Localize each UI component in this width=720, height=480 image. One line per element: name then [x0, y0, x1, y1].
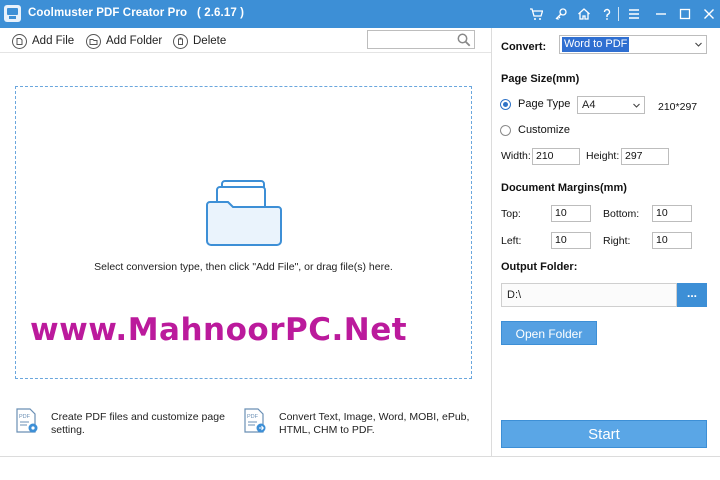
- delete-icon: [173, 33, 188, 49]
- panel-divider: [491, 28, 492, 456]
- page-type-value: A4: [582, 99, 596, 111]
- output-folder-heading: Output Folder:: [501, 261, 578, 273]
- svg-text:PDF: PDF: [247, 414, 259, 420]
- close-icon[interactable]: [699, 4, 719, 24]
- search-input[interactable]: [367, 30, 475, 49]
- open-folder-button[interactable]: Open Folder: [501, 321, 597, 345]
- info-convert: PDF Convert Text, Image, Word, MOBI, ePu…: [243, 408, 469, 437]
- bottom-border: [0, 456, 720, 457]
- margin-right-field[interactable]: 10: [652, 232, 692, 249]
- width-field[interactable]: 210: [532, 148, 580, 165]
- margin-top-label: Top:: [501, 208, 521, 220]
- convert-value: Word to PDF: [562, 37, 630, 52]
- maximize-icon[interactable]: [675, 4, 695, 24]
- height-field[interactable]: 297: [621, 148, 669, 165]
- pdf-settings-icon: PDF: [16, 408, 38, 433]
- page-type-dimensions: 210*297: [658, 101, 698, 113]
- browse-button[interactable]: ...: [677, 283, 707, 307]
- add-folder-button[interactable]: Add Folder: [86, 32, 162, 50]
- info-convert-line2: HTML, CHM to PDF.: [279, 424, 375, 436]
- info-convert-line1: Convert Text, Image, Word, MOBI, ePub,: [279, 411, 470, 423]
- margin-bottom-field[interactable]: 10: [652, 205, 692, 222]
- svg-text:PDF: PDF: [19, 414, 31, 420]
- output-folder-field[interactable]: D:\: [501, 283, 677, 307]
- margin-right-label: Right:: [603, 235, 631, 247]
- delete-label: Delete: [193, 35, 227, 47]
- customize-radio[interactable]: [500, 125, 511, 136]
- add-folder-icon: [86, 33, 101, 49]
- drop-zone[interactable]: Select conversion type, then click "Add …: [15, 86, 472, 379]
- home-icon[interactable]: [574, 4, 594, 24]
- margins-heading: Document Margins(mm): [501, 182, 627, 194]
- add-file-label: Add File: [32, 35, 75, 47]
- cart-icon[interactable]: [526, 4, 546, 24]
- add-file-button[interactable]: Add File: [12, 32, 74, 50]
- margin-top-field[interactable]: 10: [551, 205, 591, 222]
- margin-left-field[interactable]: 10: [551, 232, 591, 249]
- page-size-heading: Page Size(mm): [501, 73, 580, 85]
- convert-label: Convert:: [501, 41, 547, 53]
- key-icon[interactable]: [551, 4, 571, 24]
- drop-hint: Select conversion type, then click "Add …: [94, 261, 393, 273]
- folder-icon: [206, 180, 282, 246]
- app-version: ( 2.6.17 ): [197, 7, 245, 19]
- convert-select[interactable]: Word to PDF: [559, 35, 707, 54]
- height-label: Height:: [586, 150, 620, 162]
- page-type-label: Page Type: [518, 98, 571, 110]
- add-file-icon: [12, 33, 27, 49]
- info-create: PDF Create PDF files and customize page …: [15, 408, 225, 437]
- chevron-down-icon: [633, 103, 640, 108]
- chevron-down-icon: [695, 42, 702, 47]
- app-logo-icon: [4, 5, 21, 22]
- width-label: Width:: [501, 150, 531, 162]
- margin-left-label: Left:: [501, 235, 522, 247]
- info-create-line1: Create PDF files and customize page: [51, 411, 225, 423]
- delete-button[interactable]: Delete: [173, 32, 226, 50]
- watermark-text: www.MahnoorPC.Net: [30, 312, 408, 348]
- start-button[interactable]: Start: [501, 420, 707, 448]
- info-create-line2: setting.: [51, 424, 85, 436]
- toolbar: Add File Add Folder Delete: [0, 28, 491, 53]
- margin-bottom-label: Bottom:: [603, 208, 640, 220]
- title-bar-separator: [618, 7, 619, 21]
- minimize-icon[interactable]: [651, 4, 671, 24]
- window-title: Coolmuster PDF Creator Pro ( 2.6.17 ): [28, 7, 244, 19]
- search-icon[interactable]: [456, 32, 472, 48]
- pdf-convert-icon: PDF: [244, 408, 266, 433]
- add-folder-label: Add Folder: [106, 35, 163, 47]
- help-icon[interactable]: [597, 4, 617, 24]
- menu-icon[interactable]: [624, 4, 644, 24]
- title-bar: Coolmuster PDF Creator Pro ( 2.6.17 ): [0, 0, 720, 28]
- app-name: Coolmuster PDF Creator Pro: [28, 7, 188, 19]
- customize-label: Customize: [518, 124, 570, 136]
- page-type-select[interactable]: A4: [577, 96, 645, 114]
- page-type-radio[interactable]: [500, 99, 511, 110]
